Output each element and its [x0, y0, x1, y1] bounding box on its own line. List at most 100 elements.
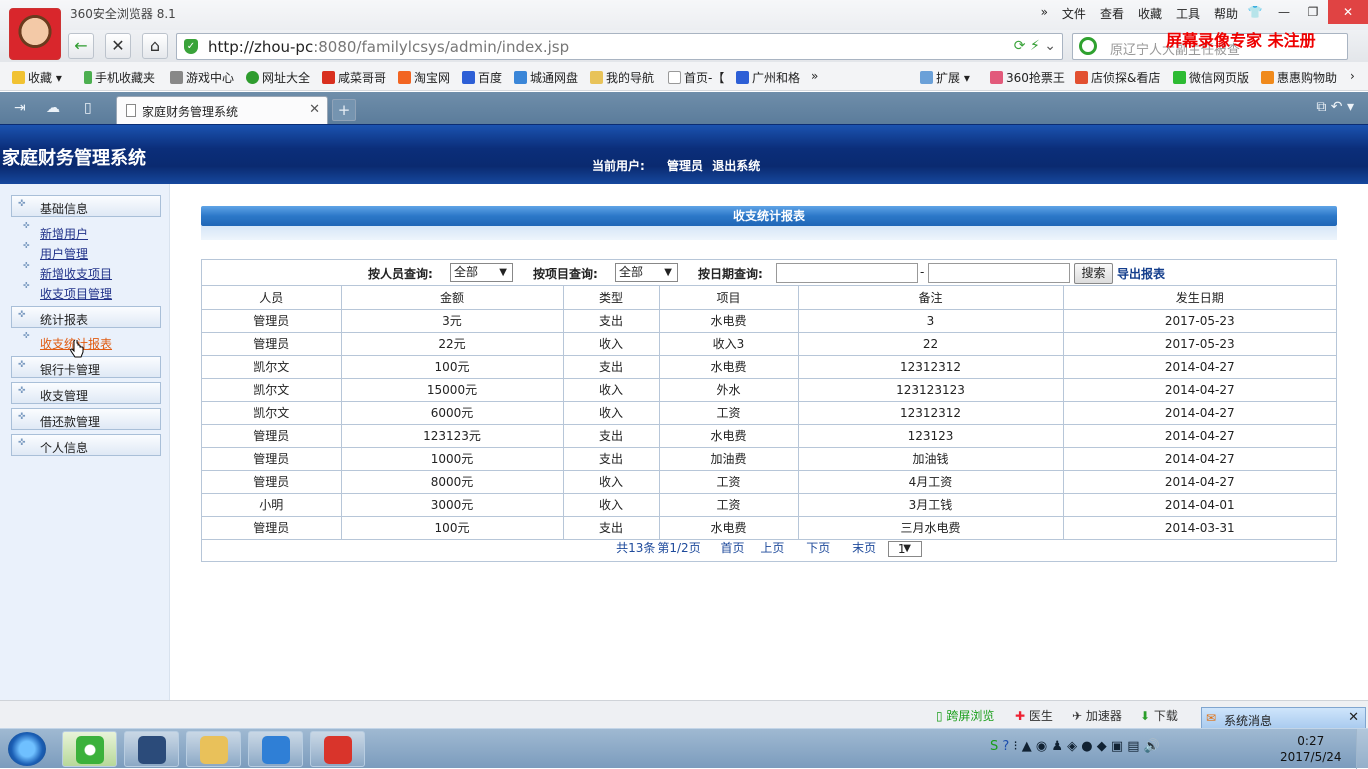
popup-close-icon[interactable]: ✕ — [1348, 710, 1359, 725]
user-avatar[interactable] — [9, 8, 61, 60]
bookmark-games[interactable]: 游戏中心 — [170, 69, 234, 86]
end-date-input[interactable] — [928, 263, 1070, 283]
cloud-icon[interactable]: ☁ — [46, 100, 60, 116]
bookmark-ctdisk[interactable]: 城通网盘 — [514, 69, 578, 86]
browser-statusbar: ▯ 跨屏浏览 ✚ 医生 ✈ 加速器 ⬇ 下载 — [0, 700, 1368, 728]
table-row: 管理员 1000元 支出 加油费 加油钱 2014-04-27 — [202, 447, 1336, 471]
clock-time: 0:27 — [1297, 734, 1325, 748]
back-button[interactable]: ← — [68, 33, 94, 59]
sidebar-item-add-item[interactable]: ✜ 新增收支项目 — [23, 261, 112, 282]
cell-person: 凯尔文 — [202, 401, 342, 425]
menu-more-icon[interactable]: » — [1041, 5, 1048, 22]
sidebar-item-income-report[interactable]: ✜收支统计报表 — [23, 331, 112, 352]
search-engine-icon[interactable] — [1079, 37, 1097, 55]
tab-tools[interactable]: ⧉ ↶ ▾ — [1316, 99, 1354, 115]
sidebar-group-loans[interactable]: ✜ 借还款管理 — [11, 408, 161, 430]
logout-link[interactable]: 退出系统 — [712, 159, 760, 173]
report-table: 人员 金额 类型 项目 备注 发生日期 管理员 3元 支出 水电费 3 2017-05-2… — [202, 286, 1336, 540]
system-tray[interactable]: S ? ⁝ ▲ ◉ ♟ ◈ ● ◆ ▣ ▤ 🔊 — [990, 739, 1160, 754]
ext-more-icon[interactable]: › — [1350, 69, 1355, 83]
ext-wechat[interactable]: 微信网页版 — [1173, 69, 1249, 86]
bookmark-favorites[interactable]: 收藏 ▾ — [12, 69, 62, 86]
skin-icon[interactable]: 👕 — [1241, 0, 1269, 24]
cell-type: 收入 — [563, 378, 660, 402]
search-button[interactable]: 搜索 — [1074, 263, 1113, 284]
address-url[interactable]: http://zhou-pc:8080/familylcsys/admin/in… — [208, 38, 569, 56]
cell-note: 三月水电费 — [798, 516, 1064, 540]
cell-item: 收入3 — [659, 332, 799, 356]
hao-icon — [246, 71, 259, 84]
restore-button[interactable]: ❐ — [1299, 0, 1327, 24]
pager-prev[interactable]: 上页 — [760, 541, 784, 555]
paw-icon — [736, 71, 749, 84]
page-icon — [668, 71, 681, 84]
bookmark-hao[interactable]: 网址大全 — [246, 69, 310, 86]
cross-screen-button[interactable]: ▯ 跨屏浏览 — [936, 707, 994, 724]
table-row: 管理员 8000元 收入 工资 4月工资 2014-04-27 — [202, 470, 1336, 494]
close-button[interactable]: ✕ — [1328, 0, 1368, 24]
address-bar[interactable]: ✓ http://zhou-pc:8080/familylcsys/admin/… — [176, 33, 1063, 60]
sidebar-group-basic-info[interactable]: ✜ 基础信息 — [11, 195, 161, 217]
show-desktop-button[interactable] — [1356, 729, 1368, 769]
menu-item-file[interactable]: 文件 — [1062, 5, 1086, 22]
taskbar-app-red[interactable] — [310, 731, 365, 767]
tab-close-icon[interactable]: ✕ — [309, 102, 320, 117]
bookmark-baidu[interactable]: 百度 — [462, 69, 502, 86]
clock[interactable]: 0:27 2017/5/24 — [1280, 733, 1342, 765]
sidebar-group-personal-info[interactable]: ✜ 个人信息 — [11, 434, 161, 456]
sidebar-item-user-manage[interactable]: ✜ 用户管理 — [23, 241, 88, 262]
col-amount: 金额 — [341, 286, 564, 310]
ext-ticket[interactable]: 360抢票王 — [990, 69, 1065, 86]
security-shield-icon: ✓ — [184, 39, 198, 54]
menu-item-view[interactable]: 查看 — [1100, 5, 1124, 22]
start-date-input[interactable] — [776, 263, 918, 283]
bookmark-mobile[interactable]: 手机收藏夹 — [84, 69, 155, 86]
tab-title: 家庭财务管理系统 — [142, 105, 239, 119]
export-report-link[interactable]: 导出报表 — [1117, 265, 1165, 282]
stop-button[interactable]: ✕ — [105, 33, 131, 59]
item-select[interactable]: 全部 ▼ — [615, 263, 678, 282]
sidebar-group-reports[interactable]: ✜ 统计报表 — [11, 306, 161, 328]
ext-huihui[interactable]: 惠惠购物助 — [1261, 69, 1337, 86]
tab-bar: ⇥ ☁ ▯ 家庭财务管理系统 ✕ + ⧉ ↶ ▾ — [0, 92, 1368, 124]
ext-shop-detective[interactable]: 店侦探&看店 — [1075, 69, 1160, 86]
person-select[interactable]: 全部 ▼ — [450, 263, 513, 282]
menu-item-favorites[interactable]: 收藏 — [1138, 5, 1162, 22]
pager-next[interactable]: 下页 — [806, 541, 830, 555]
menu-item-help[interactable]: 帮助 — [1214, 5, 1238, 22]
taskbar-wps[interactable] — [248, 731, 303, 767]
taskbar-explorer[interactable] — [186, 731, 241, 767]
bookmarks-more-icon[interactable]: » — [811, 69, 818, 83]
pager-last[interactable]: 末页 — [852, 541, 876, 555]
cell-person: 管理员 — [202, 516, 342, 540]
sidebar-item-add-user[interactable]: ✜ 新增用户 — [23, 221, 88, 242]
extensions-menu[interactable]: 扩展 ▾ — [920, 69, 970, 86]
minimize-button[interactable]: — — [1270, 0, 1298, 24]
new-tab-button[interactable]: + — [332, 99, 356, 121]
start-button[interactable] — [8, 732, 46, 766]
bookmark-home[interactable]: 首页-【 — [668, 69, 724, 86]
accelerator-button[interactable]: ✈ 加速器 — [1072, 707, 1122, 724]
app-red-icon — [324, 736, 352, 764]
taskbar-app-s[interactable] — [124, 731, 179, 767]
taskbar-360-browser[interactable] — [62, 731, 117, 767]
pager-first[interactable]: 首页 — [721, 541, 745, 555]
bookmark-xiancai[interactable]: 咸菜哥哥 — [322, 69, 386, 86]
bookmark-mynav[interactable]: 我的导航 — [590, 69, 654, 86]
download-button[interactable]: ⬇ 下载 — [1140, 707, 1178, 724]
bookmark-guangzhou[interactable]: 广州和格 — [736, 69, 800, 86]
menu-item-tools[interactable]: 工具 — [1176, 5, 1200, 22]
page-select[interactable]: 1 ▼ — [887, 540, 922, 557]
sidebar-item-item-manage[interactable]: ✜ 收支项目管理 — [23, 281, 112, 302]
phone-sync-icon[interactable]: ▯ — [84, 100, 92, 116]
doctor-button[interactable]: ✚ 医生 — [1015, 707, 1053, 724]
sidebar-group-bank-card[interactable]: ✜ 银行卡管理 — [11, 356, 161, 378]
home-button[interactable]: ⌂ — [142, 33, 168, 59]
sidebar-toggle-icon[interactable]: ⇥ — [14, 100, 26, 116]
bookmark-taobao[interactable]: 淘宝网 — [398, 69, 450, 86]
system-message-popup[interactable]: ✉ 系统消息 ✕ — [1201, 707, 1366, 729]
address-actions[interactable]: ⟳ ⚡ ⌄ — [1014, 38, 1056, 54]
cell-date: 2014-04-27 — [1063, 424, 1336, 448]
tab-active[interactable]: 家庭财务管理系统 ✕ — [116, 96, 328, 124]
sidebar-group-income-expense[interactable]: ✜ 收支管理 — [11, 382, 161, 404]
